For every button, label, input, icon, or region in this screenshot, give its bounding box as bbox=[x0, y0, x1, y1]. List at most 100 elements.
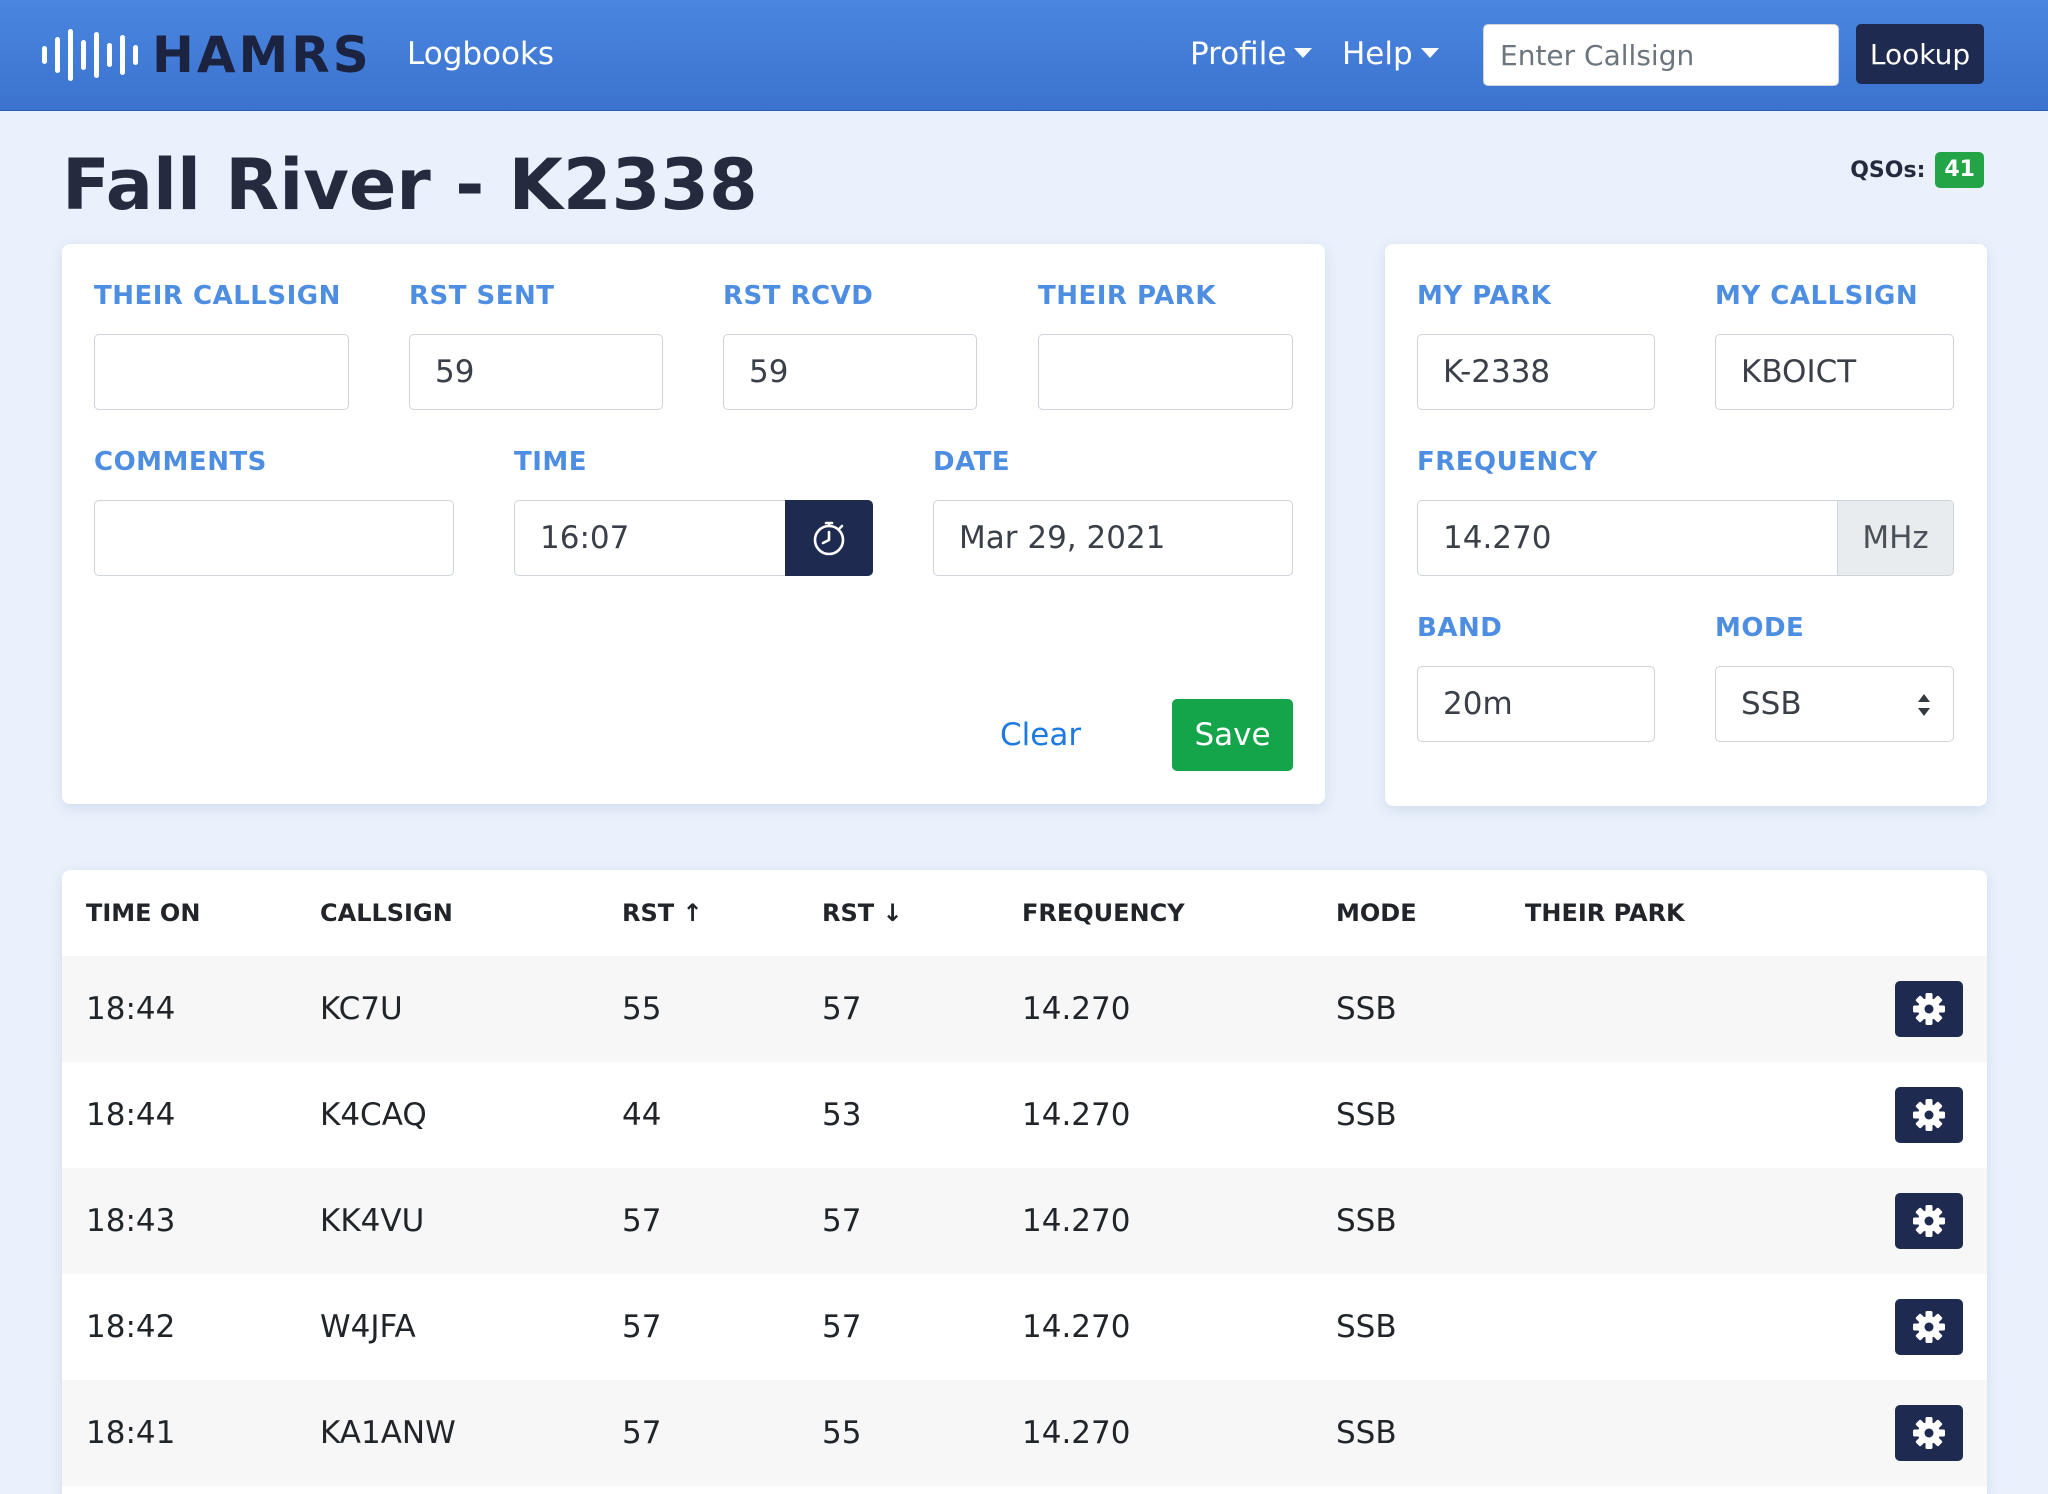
cell-time-on: 18:41 bbox=[86, 1415, 176, 1451]
nav-logbooks-link[interactable]: Logbooks bbox=[407, 30, 554, 78]
row-settings-button[interactable] bbox=[1895, 1193, 1963, 1249]
gear-icon bbox=[1913, 1311, 1945, 1343]
comments-label: COMMENTS bbox=[94, 447, 267, 477]
sound-wave-icon bbox=[42, 24, 138, 86]
cell-rst-sent: 44 bbox=[622, 1097, 662, 1133]
qso-log-table: TIME ON CALLSIGN RST ↑ RST ↓ FREQUENCY M… bbox=[62, 870, 1987, 1494]
cell-rst-sent: 57 bbox=[622, 1309, 662, 1345]
comments-input[interactable] bbox=[94, 500, 454, 576]
column-header-callsign[interactable]: CALLSIGN bbox=[320, 870, 453, 956]
time-input[interactable]: 16:07 bbox=[514, 500, 790, 576]
table-row[interactable]: 18:44 KC7U 55 57 14.270 SSB bbox=[62, 956, 1987, 1062]
column-header-mode[interactable]: MODE bbox=[1336, 870, 1417, 956]
frequency-label: FREQUENCY bbox=[1417, 447, 1598, 477]
qso-count: QSOs: 41 bbox=[1850, 152, 1984, 188]
cell-mode: SSB bbox=[1336, 1203, 1397, 1239]
brand-name: HAMRS bbox=[152, 26, 372, 84]
my-park-input[interactable]: K-2338 bbox=[1417, 334, 1655, 410]
cell-rst-rcvd: 55 bbox=[822, 1415, 862, 1451]
column-header-rst-rcvd[interactable]: RST ↓ bbox=[822, 870, 903, 956]
cell-rst-sent: 57 bbox=[622, 1203, 662, 1239]
cell-frequency: 14.270 bbox=[1022, 1097, 1131, 1133]
frequency-input[interactable]: 14.270 bbox=[1417, 500, 1838, 576]
brand-logo[interactable]: HAMRS bbox=[42, 24, 372, 86]
nav-profile-label: Profile bbox=[1190, 36, 1287, 72]
time-label: TIME bbox=[514, 447, 588, 477]
cell-mode: SSB bbox=[1336, 1097, 1397, 1133]
gear-icon bbox=[1913, 1205, 1945, 1237]
rst-rcvd-input[interactable]: 59 bbox=[723, 334, 977, 410]
their-callsign-input[interactable] bbox=[94, 334, 349, 410]
column-header-frequency[interactable]: FREQUENCY bbox=[1022, 870, 1185, 956]
cell-callsign: KC7U bbox=[320, 991, 403, 1027]
row-settings-button[interactable] bbox=[1895, 981, 1963, 1037]
row-settings-button[interactable] bbox=[1895, 1087, 1963, 1143]
row-settings-button[interactable] bbox=[1895, 1405, 1963, 1461]
my-callsign-input[interactable]: KBOICT bbox=[1715, 334, 1954, 410]
column-header-rst-sent[interactable]: RST ↑ bbox=[622, 870, 703, 956]
cell-rst-rcvd: 57 bbox=[822, 1203, 862, 1239]
cell-time-on: 18:43 bbox=[86, 1203, 176, 1239]
row-settings-button[interactable] bbox=[1895, 1299, 1963, 1355]
cell-mode: SSB bbox=[1336, 1415, 1397, 1451]
cell-frequency: 14.270 bbox=[1022, 1415, 1131, 1451]
table-row[interactable]: 18:44 K4CAQ 44 53 14.270 SSB bbox=[62, 1062, 1987, 1168]
stopwatch-icon bbox=[813, 521, 845, 556]
cell-time-on: 18:44 bbox=[86, 991, 176, 1027]
cell-mode: SSB bbox=[1336, 1309, 1397, 1345]
set-current-time-button[interactable] bbox=[785, 500, 873, 576]
cell-frequency: 14.270 bbox=[1022, 991, 1131, 1027]
rst-sent-input[interactable]: 59 bbox=[409, 334, 663, 410]
page-title: Fall River - K2338 bbox=[62, 144, 758, 226]
table-row[interactable]: 18:41 KA1ANW 57 55 14.270 SSB bbox=[62, 1380, 1987, 1486]
their-park-input[interactable] bbox=[1038, 334, 1293, 410]
mode-select[interactable]: SSB bbox=[1715, 666, 1954, 742]
cell-frequency: 14.270 bbox=[1022, 1203, 1131, 1239]
cell-rst-rcvd: 57 bbox=[822, 1309, 862, 1345]
cell-callsign: K4CAQ bbox=[320, 1097, 427, 1133]
cell-rst-sent: 55 bbox=[622, 991, 662, 1027]
my-callsign-label: MY CALLSIGN bbox=[1715, 281, 1919, 311]
clear-button[interactable]: Clear bbox=[1000, 699, 1081, 771]
nav-profile-dropdown[interactable]: Profile bbox=[1190, 30, 1313, 78]
nav-help-dropdown[interactable]: Help bbox=[1342, 30, 1439, 78]
frequency-unit: MHz bbox=[1838, 500, 1954, 576]
cell-rst-rcvd: 53 bbox=[822, 1097, 862, 1133]
date-input[interactable]: Mar 29, 2021 bbox=[933, 500, 1293, 576]
lookup-button[interactable]: Lookup bbox=[1856, 24, 1984, 84]
band-input[interactable]: 20m bbox=[1417, 666, 1655, 742]
rst-sent-label: RST SENT bbox=[409, 281, 555, 311]
save-button[interactable]: Save bbox=[1172, 699, 1293, 771]
gear-icon bbox=[1913, 993, 1945, 1025]
nav-help-label: Help bbox=[1342, 36, 1413, 72]
cell-callsign: KA1ANW bbox=[320, 1415, 456, 1451]
select-arrows-icon bbox=[1918, 694, 1930, 716]
table-row[interactable]: 18:42 W4JFA 57 57 14.270 SSB bbox=[62, 1274, 1987, 1380]
column-header-time-on[interactable]: TIME ON bbox=[86, 870, 200, 956]
cell-callsign: W4JFA bbox=[320, 1309, 416, 1345]
callsign-search-input[interactable] bbox=[1483, 24, 1839, 86]
their-park-label: THEIR PARK bbox=[1038, 281, 1216, 311]
my-park-label: MY PARK bbox=[1417, 281, 1552, 311]
cell-callsign: KK4VU bbox=[320, 1203, 425, 1239]
qso-count-badge: 41 bbox=[1935, 152, 1984, 188]
column-header-their-park[interactable]: THEIR PARK bbox=[1525, 870, 1685, 956]
mode-select-value: SSB bbox=[1741, 686, 1802, 722]
date-label: DATE bbox=[933, 447, 1011, 477]
caret-down-icon bbox=[1294, 47, 1313, 58]
cell-rst-rcvd: 57 bbox=[822, 991, 862, 1027]
their-callsign-label: THEIR CALLSIGN bbox=[94, 281, 341, 311]
cell-frequency: 14.270 bbox=[1022, 1309, 1131, 1345]
cell-rst-sent: 57 bbox=[622, 1415, 662, 1451]
cell-time-on: 18:44 bbox=[86, 1097, 176, 1133]
qso-count-label: QSOs: bbox=[1850, 157, 1926, 183]
rst-rcvd-label: RST RCVD bbox=[723, 281, 874, 311]
cell-mode: SSB bbox=[1336, 991, 1397, 1027]
gear-icon bbox=[1913, 1099, 1945, 1131]
mode-label: MODE bbox=[1715, 613, 1805, 643]
band-label: BAND bbox=[1417, 613, 1503, 643]
navbar: HAMRS Logbooks Profile Help Lookup bbox=[0, 0, 2048, 111]
table-row[interactable]: 18:43 KK4VU 57 57 14.270 SSB bbox=[62, 1168, 1987, 1274]
cell-time-on: 18:42 bbox=[86, 1309, 176, 1345]
caret-down-icon bbox=[1420, 47, 1439, 58]
